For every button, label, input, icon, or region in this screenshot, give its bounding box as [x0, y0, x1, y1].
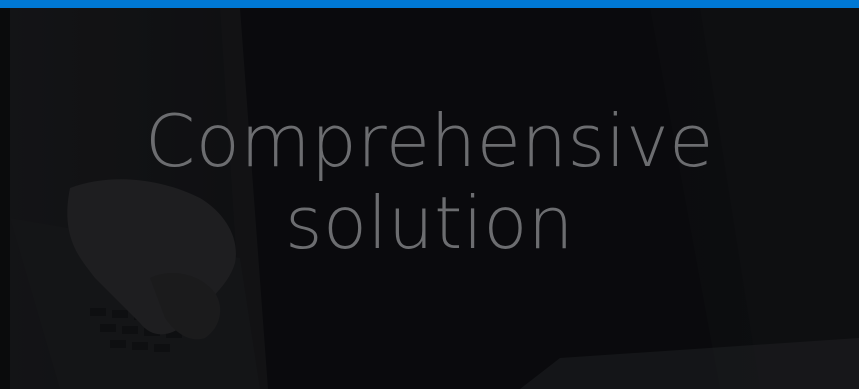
hero-headline-line1: Comprehensive	[145, 99, 714, 183]
hero-headline: Comprehensive solution	[0, 100, 859, 264]
hero-banner: Comprehensive solution	[0, 8, 859, 389]
hero-headline-line2: solution	[284, 181, 575, 265]
accent-top-bar	[0, 0, 859, 8]
left-edge-strip	[0, 8, 10, 389]
page: Comprehensive solution	[0, 0, 859, 389]
